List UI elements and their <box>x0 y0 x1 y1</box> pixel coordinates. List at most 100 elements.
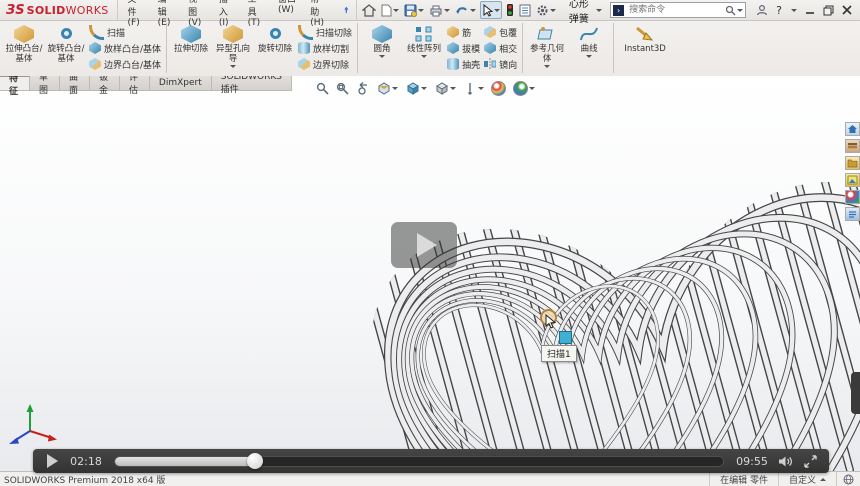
help-dropdown-icon[interactable] <box>791 9 797 12</box>
display-style-icon[interactable] <box>434 82 456 95</box>
task-custom-properties-icon[interactable] <box>845 207 860 221</box>
home-button[interactable] <box>361 2 377 18</box>
help-button[interactable]: ? <box>776 4 782 17</box>
intersect-button[interactable]: 相交 <box>484 41 517 55</box>
task-design-library-icon[interactable] <box>845 139 860 153</box>
tab-dimxpert[interactable]: DimXpert <box>150 76 212 90</box>
seek-bar[interactable] <box>114 456 724 467</box>
reference-geometry-dropdown-icon[interactable] <box>544 65 550 68</box>
tab-surfaces[interactable]: 曲面 <box>60 76 90 90</box>
loft-cut-icon <box>298 42 310 54</box>
revolve-cut-button[interactable]: 旋转切除 <box>254 22 296 74</box>
command-manager-tabs: 特征 草图 曲面 钣金 评估 DimXpert SOLIDWORKS 插件 <box>0 76 292 91</box>
curves-button[interactable]: 曲线 <box>568 22 610 74</box>
units-selector[interactable]: 自定义 <box>778 472 836 486</box>
view-orientation-icon[interactable] <box>405 82 427 95</box>
ribbon-group-cut: 拉伸切除 异型孔向导 旋转切除 扫描切除 放样切割 边界切除 <box>167 20 357 76</box>
extrude-cut-button[interactable]: 拉伸切除 <box>170 22 212 74</box>
status-bar: SOLIDWORKS Premium 2018 x64 版 在编辑 零件 自定义 <box>0 471 860 486</box>
rebuild-button[interactable] <box>505 2 515 18</box>
login-user-icon[interactable] <box>756 4 768 16</box>
wrap-button[interactable]: 包覆 <box>484 25 517 39</box>
mirror-button[interactable]: 镜向 <box>484 57 517 71</box>
loft-cut-button[interactable]: 放样切割 <box>298 41 352 55</box>
task-home-icon[interactable] <box>845 122 860 136</box>
menu-edit[interactable]: 编辑(E) <box>158 0 174 28</box>
mouse-cursor <box>545 314 557 330</box>
status-globe-icon[interactable] <box>836 472 860 486</box>
boundary-cut-button[interactable]: 边界切除 <box>298 57 352 71</box>
minimize-button[interactable] <box>805 5 815 15</box>
fullscreen-icon[interactable] <box>804 455 817 468</box>
hide-show-items-icon[interactable] <box>463 82 484 95</box>
menu-view[interactable]: 视图(V) <box>188 0 205 28</box>
close-button[interactable] <box>842 5 852 15</box>
extrude-boss-icon <box>14 25 34 43</box>
menu-file[interactable]: 文件(F) <box>128 0 144 28</box>
draft-button[interactable]: 拔模 <box>447 41 480 55</box>
menu-help[interactable]: 帮助(H) <box>310 0 327 28</box>
loft-boss-button[interactable]: 放样凸台/基体 <box>89 41 161 55</box>
shell-icon <box>447 58 459 70</box>
restore-button[interactable] <box>823 5 834 16</box>
edit-appearance-icon[interactable] <box>491 81 506 96</box>
tab-sheet-metal[interactable]: 钣金 <box>90 76 120 90</box>
menu-insert[interactable]: 插入(I) <box>219 0 234 28</box>
boundary-boss-button[interactable]: 边界凸台/基体 <box>89 57 161 71</box>
reference-geometry-button[interactable]: 参考几何体 <box>526 22 568 74</box>
revolve-boss-button[interactable]: 旋转凸台/基体 <box>45 22 87 74</box>
hole-wizard-button[interactable]: 异型孔向导 <box>212 22 254 74</box>
instant3d-button[interactable]: Instant3D <box>617 22 673 74</box>
select-tool-button[interactable] <box>480 1 502 19</box>
ribbon-group-features: 圆角 线性阵列 筋 拔模 抽壳 包覆 相交 镜向 <box>358 20 522 76</box>
file-properties-button[interactable] <box>518 2 532 18</box>
options-button[interactable] <box>535 2 557 18</box>
volume-icon[interactable] <box>778 455 794 468</box>
section-view-icon[interactable] <box>376 82 398 95</box>
quick-access-toolbar <box>356 0 561 20</box>
hole-wizard-dropdown-icon[interactable] <box>230 65 236 68</box>
play-button[interactable] <box>47 454 58 468</box>
menu-window[interactable]: 窗口(W) <box>278 0 296 28</box>
solidworks-logo: ЗS SOLID WORKS <box>0 0 118 20</box>
seek-knob[interactable] <box>247 453 263 469</box>
shell-button[interactable]: 抽壳 <box>447 57 480 71</box>
apply-scene-icon[interactable] <box>513 81 535 96</box>
tab-solidworks-addins[interactable]: SOLIDWORKS 插件 <box>212 76 292 90</box>
command-manager-ribbon: 拉伸凸台/基体 旋转凸台/基体 扫描 放样凸台/基体 边界凸台/基体 拉伸切除 … <box>0 20 860 76</box>
linear-pattern-button[interactable]: 线性阵列 <box>403 22 445 74</box>
print-button[interactable] <box>428 2 451 18</box>
tab-sketch[interactable]: 草图 <box>30 76 60 90</box>
task-view-palette-icon[interactable] <box>845 173 860 187</box>
undo-button[interactable] <box>454 2 477 18</box>
tab-evaluate[interactable]: 评估 <box>120 76 150 90</box>
linear-pattern-dropdown-icon[interactable] <box>421 55 427 58</box>
search-logo-icon: › <box>613 5 624 16</box>
video-play-overlay-button[interactable] <box>391 222 457 268</box>
save-button[interactable] <box>403 2 425 18</box>
task-appearances-icon[interactable] <box>845 190 860 204</box>
graphics-area[interactable]: 扫描1 <box>0 76 860 472</box>
new-document-button[interactable] <box>380 2 400 18</box>
editing-mode: 在编辑 零件 <box>709 472 778 486</box>
previous-view-icon[interactable] <box>356 82 369 95</box>
search-icon[interactable] <box>725 5 736 16</box>
zoom-fit-icon[interactable] <box>316 82 329 95</box>
pin-menu-icon[interactable] <box>343 5 350 15</box>
video-control-bar: 02:18 09:55 <box>33 449 829 473</box>
search-input[interactable] <box>627 4 725 16</box>
instant3d-icon <box>635 25 655 43</box>
zoom-area-icon[interactable] <box>336 82 349 95</box>
menu-tools[interactable]: 工具(T) <box>248 0 264 28</box>
task-file-explorer-icon[interactable] <box>845 156 860 170</box>
right-edge-panel-tab[interactable] <box>851 372 860 414</box>
fillet-button[interactable]: 圆角 <box>361 22 403 74</box>
fillet-icon <box>372 25 392 43</box>
extrude-boss-button[interactable]: 拉伸凸台/基体 <box>3 22 45 74</box>
rib-button[interactable]: 筋 <box>447 25 480 39</box>
fillet-dropdown-icon[interactable] <box>379 55 385 58</box>
drag-handle[interactable] <box>559 331 572 344</box>
tab-features[interactable]: 特征 <box>0 76 30 90</box>
document-title[interactable]: 心形弹簧 <box>561 0 610 25</box>
curves-dropdown-icon[interactable] <box>586 55 592 58</box>
